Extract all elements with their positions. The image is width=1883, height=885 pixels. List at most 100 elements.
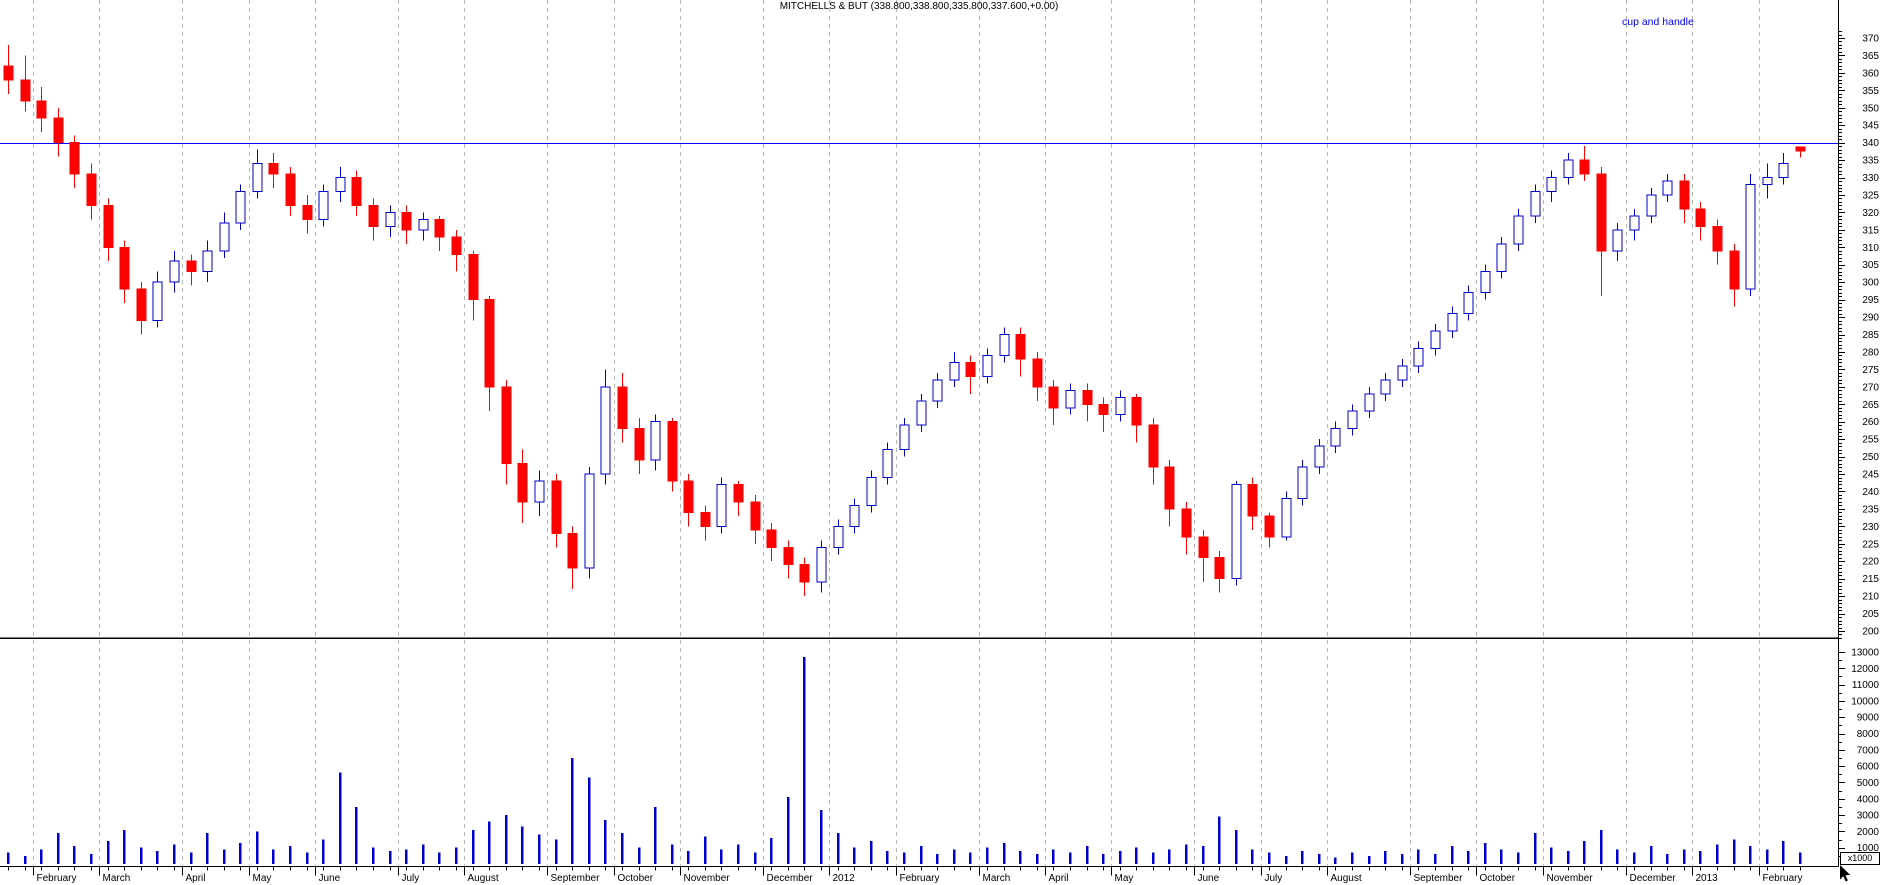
volume-bar <box>621 833 624 864</box>
candle-up <box>253 164 262 192</box>
volume-bar <box>820 810 823 864</box>
month-label: May <box>1115 873 1134 884</box>
month-label: September <box>1414 873 1464 884</box>
candle-up <box>1497 244 1506 272</box>
month-label: June <box>1198 873 1220 884</box>
volume-bar <box>223 849 226 864</box>
candle-up <box>1000 335 1009 356</box>
candle-up <box>203 251 212 272</box>
month-label: February <box>900 873 940 884</box>
month-label: May <box>253 873 272 884</box>
volume-tick-label: 5000 <box>1857 778 1880 789</box>
volume-bar <box>1036 854 1039 864</box>
price-pane[interactable] <box>0 0 1838 637</box>
price-tick-label: 330 <box>1862 173 1879 184</box>
volume-bar <box>206 833 209 864</box>
volume-bar <box>588 778 591 864</box>
month-label: July <box>402 873 420 884</box>
candle-down <box>104 205 113 247</box>
candle-down <box>1730 251 1739 289</box>
candle-up <box>1331 429 1340 446</box>
month-label: December <box>767 873 814 884</box>
month-label: April <box>1049 873 1069 884</box>
candle-down <box>767 530 776 547</box>
volume-tick-label: 9000 <box>1857 713 1880 724</box>
volume-bar <box>1003 843 1006 864</box>
candle-down <box>1265 516 1274 537</box>
candle-up <box>170 261 179 282</box>
candle-up <box>1746 185 1755 290</box>
volume-bar <box>455 848 458 864</box>
volume-bar <box>239 843 242 864</box>
chart-window: FebruaryMarchAprilMayJuneJulyAugustSepte… <box>0 0 1883 885</box>
candle-down <box>1132 397 1141 425</box>
candle-down <box>70 143 79 174</box>
volume-bar <box>1152 853 1155 864</box>
candle-up <box>1398 366 1407 380</box>
volume-bar <box>190 853 193 864</box>
volume-bar <box>754 853 757 864</box>
candle-down <box>369 205 378 226</box>
mouse-cursor-icon <box>1840 865 1850 882</box>
volume-bar <box>704 836 707 864</box>
volume-bar <box>770 838 773 864</box>
volume-bar <box>521 826 524 864</box>
volume-bar <box>90 854 93 864</box>
volume-bar <box>1384 851 1387 864</box>
volume-bar <box>1733 840 1736 864</box>
candle-down <box>469 254 478 299</box>
volume-bar <box>472 830 475 864</box>
volume-bar <box>1749 846 1752 864</box>
month-label: September <box>551 873 601 884</box>
volume-bar <box>1168 849 1171 864</box>
volume-bar <box>107 841 110 864</box>
candle-up <box>1779 164 1788 178</box>
price-tick-label: 345 <box>1862 121 1879 132</box>
price-tick-label: 210 <box>1862 592 1879 603</box>
candle-down <box>1680 181 1689 209</box>
candle-up <box>817 547 826 582</box>
volume-tick-label: 4000 <box>1857 794 1880 805</box>
volume-bar <box>389 851 392 864</box>
volume-bar <box>1799 853 1802 864</box>
volume-bar <box>1500 849 1503 864</box>
price-volume-chart: FebruaryMarchAprilMayJuneJulyAugustSepte… <box>0 0 1883 885</box>
volume-bar <box>73 846 76 864</box>
volume-tick-label: 13000 <box>1851 648 1879 659</box>
volume-bar <box>803 657 806 864</box>
chart-title: MITCHELLS & BUT (338.800,338.800,335.800… <box>0 1 1838 12</box>
volume-bar <box>1434 854 1437 864</box>
price-tick-label: 265 <box>1862 400 1879 411</box>
month-label: February <box>37 873 77 884</box>
candle-down <box>1083 390 1092 404</box>
candle-down <box>1182 509 1191 537</box>
price-tick-label: 365 <box>1862 51 1879 62</box>
price-tick-label: 270 <box>1862 382 1879 393</box>
candle-up <box>1448 314 1457 331</box>
volume-bar <box>986 848 989 864</box>
price-tick-label: 275 <box>1862 365 1879 376</box>
candle-down <box>1796 147 1805 151</box>
candle-up <box>336 178 345 192</box>
annotation-cup-and-handle[interactable]: cup and handle <box>1622 16 1694 28</box>
candle-up <box>1464 293 1473 314</box>
candle-up <box>917 401 926 425</box>
volume-bar <box>1683 849 1686 864</box>
price-tick-label: 300 <box>1862 278 1879 289</box>
candle-down <box>635 429 644 460</box>
volume-bar <box>306 853 309 864</box>
volume-bar <box>438 853 441 864</box>
volume-pane[interactable] <box>0 639 1838 867</box>
volume-bar <box>687 851 690 864</box>
price-tick-label: 215 <box>1862 574 1879 585</box>
volume-bar <box>1351 853 1354 864</box>
candle-up <box>1481 272 1490 293</box>
candle-down <box>734 484 743 501</box>
volume-bar <box>24 856 27 864</box>
month-label: December <box>1630 873 1677 884</box>
candle-up <box>933 380 942 401</box>
volume-tick-label: 7000 <box>1857 745 1880 756</box>
candle-down <box>1149 425 1158 467</box>
volume-bar <box>1782 841 1785 864</box>
candle-up <box>1663 181 1672 195</box>
